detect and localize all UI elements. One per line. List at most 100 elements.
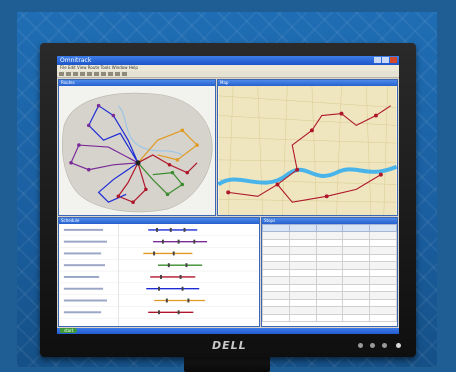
- table-cell: [342, 268, 371, 277]
- app-title: Omnitrack: [60, 57, 92, 64]
- table-cell: [288, 276, 317, 285]
- table-row[interactable]: [262, 298, 397, 307]
- toolbar-button[interactable]: [66, 72, 71, 76]
- window-controls: [374, 57, 397, 63]
- column-header[interactable]: [369, 224, 397, 232]
- column-header[interactable]: [342, 224, 371, 232]
- table-cell: [262, 298, 290, 307]
- start-button[interactable]: start: [60, 328, 78, 333]
- table-cell: [262, 238, 290, 247]
- table-cell: [315, 231, 344, 240]
- table-cell: [315, 298, 344, 307]
- table-cell: [342, 298, 371, 307]
- toolbar-button[interactable]: [122, 72, 127, 76]
- table-cell: [288, 306, 317, 315]
- monitor: Omnitrack File Edit View Route Tools Win…: [40, 43, 416, 357]
- toolbar-button[interactable]: [59, 72, 64, 76]
- table-row[interactable]: [262, 313, 397, 322]
- table-row[interactable]: [262, 238, 397, 247]
- toolbar-button[interactable]: [101, 72, 106, 76]
- table-row[interactable]: [262, 291, 397, 300]
- toolbar-button[interactable]: [87, 72, 92, 76]
- table-cell: [342, 246, 371, 255]
- table-row[interactable]: [262, 268, 397, 277]
- table-cell: [369, 246, 397, 255]
- table-cell: [369, 276, 397, 285]
- schedule-svg: [59, 224, 259, 326]
- table-cell: [369, 261, 397, 270]
- route-overview-map[interactable]: [59, 86, 215, 215]
- table-cell: [369, 253, 397, 262]
- table-row[interactable]: [262, 283, 397, 292]
- close-button[interactable]: [390, 57, 397, 63]
- table-cell: [262, 276, 290, 285]
- table-cell: [369, 231, 397, 240]
- street-map[interactable]: [218, 86, 397, 215]
- power-button[interactable]: [396, 343, 401, 348]
- table-cell: [262, 291, 290, 300]
- table-cell: [369, 268, 397, 277]
- table-cell: [315, 246, 344, 255]
- table-cell: [342, 291, 371, 300]
- table-cell: [288, 261, 317, 270]
- table-cell: [315, 276, 344, 285]
- table-cell: [369, 291, 397, 300]
- table-cell: [288, 246, 317, 255]
- table-cell: [315, 238, 344, 247]
- table-cell: [288, 268, 317, 277]
- street-map-pane: Map: [217, 79, 398, 216]
- stops-table[interactable]: [262, 224, 397, 326]
- table-cell: [342, 231, 371, 240]
- table-cell: [315, 313, 344, 322]
- table-cell: [288, 313, 317, 322]
- monitor-bezel-bottom: DELL: [40, 335, 416, 357]
- table-row[interactable]: [262, 261, 397, 270]
- table-cell: [288, 238, 317, 247]
- table-header-row: [262, 224, 397, 232]
- table-cell: [369, 306, 397, 315]
- street-map-svg: [218, 86, 397, 215]
- table-cell: [315, 253, 344, 262]
- table-row[interactable]: [262, 276, 397, 285]
- table-row[interactable]: [262, 306, 397, 315]
- table-cell: [342, 276, 371, 285]
- toolbar-button[interactable]: [80, 72, 85, 76]
- table-cell: [315, 291, 344, 300]
- toolbar-button[interactable]: [94, 72, 99, 76]
- route-overview-pane: Routes: [58, 79, 216, 216]
- table-cell: [315, 283, 344, 292]
- column-header[interactable]: [288, 224, 317, 232]
- toolbar-button[interactable]: [108, 72, 113, 76]
- column-header[interactable]: [315, 224, 344, 232]
- table-row[interactable]: [262, 246, 397, 255]
- table-cell: [315, 306, 344, 315]
- monitor-button[interactable]: [370, 343, 375, 348]
- table-cell: [369, 313, 397, 322]
- table-cell: [342, 306, 371, 315]
- route-overview-svg: [59, 86, 215, 215]
- table-cell: [369, 298, 397, 307]
- table-cell: [262, 306, 290, 315]
- minimize-button[interactable]: [374, 57, 381, 63]
- brand-logo: DELL: [212, 339, 247, 352]
- table-cell: [288, 291, 317, 300]
- table-cell: [288, 231, 317, 240]
- taskbar: start: [57, 328, 399, 334]
- monitor-button[interactable]: [382, 343, 387, 348]
- schedule-pane: Schedule: [58, 217, 260, 327]
- stops-table-pane: Stops: [261, 217, 398, 327]
- schedule-chart[interactable]: [59, 224, 259, 326]
- table-row[interactable]: [262, 253, 397, 262]
- table-cell: [262, 261, 290, 270]
- toolbar-button[interactable]: [115, 72, 120, 76]
- maximize-button[interactable]: [382, 57, 389, 63]
- table-cell: [342, 283, 371, 292]
- monitor-button[interactable]: [358, 343, 363, 348]
- table-row[interactable]: [262, 231, 397, 240]
- column-header[interactable]: [262, 224, 290, 232]
- screen: Omnitrack File Edit View Route Tools Win…: [57, 56, 399, 334]
- table-cell: [315, 268, 344, 277]
- toolbar-button[interactable]: [73, 72, 78, 76]
- app-title-bar: Omnitrack: [57, 56, 399, 65]
- table-cell: [342, 313, 371, 322]
